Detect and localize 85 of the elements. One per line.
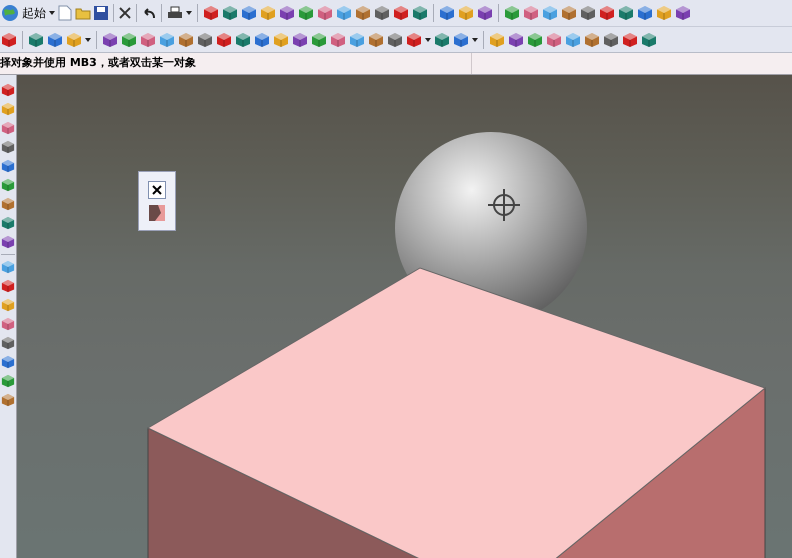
- cube-icon[interactable]: [317, 5, 333, 21]
- cube-icon[interactable]: [477, 5, 493, 21]
- cube-icon[interactable]: [178, 32, 194, 48]
- cube-icon[interactable]: [603, 32, 619, 48]
- status-prompt: 择对象并使用 MB3，或者双击某一对象: [0, 55, 196, 72]
- cube-icon[interactable]: [241, 5, 257, 21]
- caret-icon[interactable]: [425, 38, 431, 42]
- cube-icon[interactable]: [393, 5, 409, 21]
- cube-icon[interactable]: [330, 32, 346, 48]
- cube-icon[interactable]: [1, 140, 15, 154]
- cube-icon[interactable]: [273, 32, 289, 48]
- cube-icon[interactable]: [584, 32, 600, 48]
- start-menu-button[interactable]: 起始: [22, 4, 46, 22]
- cube-icon[interactable]: [406, 32, 422, 48]
- cube-icon[interactable]: [298, 5, 314, 21]
- cube-icon[interactable]: [121, 32, 137, 48]
- close-icon: [152, 185, 162, 195]
- cube-icon[interactable]: [1, 317, 15, 331]
- cube-icon[interactable]: [675, 5, 691, 21]
- cube-icon[interactable]: [508, 32, 524, 48]
- close-button[interactable]: [148, 181, 166, 199]
- cube-icon[interactable]: [254, 32, 270, 48]
- cube-icon[interactable]: [216, 32, 232, 48]
- cube-icon[interactable]: [197, 32, 213, 48]
- cube-icon[interactable]: [523, 5, 539, 21]
- globe-icon[interactable]: [1, 4, 19, 22]
- cube-icon[interactable]: [311, 32, 327, 48]
- cube-icon[interactable]: [159, 32, 175, 48]
- cube-icon[interactable]: [1, 260, 15, 274]
- cube-icon[interactable]: [489, 32, 505, 48]
- cube-icon[interactable]: [1, 32, 17, 48]
- cube-icon[interactable]: [102, 32, 118, 48]
- cube-icon[interactable]: [260, 5, 276, 21]
- undo-icon[interactable]: [142, 7, 156, 19]
- cube-icon[interactable]: [1, 393, 15, 407]
- cube-icon[interactable]: [349, 32, 365, 48]
- cube-icon[interactable]: [599, 5, 615, 21]
- cube-icon[interactable]: [47, 32, 63, 48]
- crosshair-icon: [487, 188, 521, 222]
- cube-icon[interactable]: [641, 32, 657, 48]
- shape-icon[interactable]: [149, 205, 165, 221]
- cube-icon[interactable]: [565, 32, 581, 48]
- cube-icon[interactable]: [527, 32, 543, 48]
- cube-icon[interactable]: [453, 32, 469, 48]
- cube-icon[interactable]: [656, 5, 672, 21]
- cube-icon[interactable]: [439, 5, 455, 21]
- caret-icon[interactable]: [49, 11, 55, 15]
- cube-icon[interactable]: [561, 5, 577, 21]
- cube-icon[interactable]: [622, 32, 638, 48]
- cube-icon[interactable]: [1, 216, 15, 230]
- cube-icon[interactable]: [434, 32, 450, 48]
- cube-icon[interactable]: [1, 159, 15, 173]
- caret-icon[interactable]: [472, 38, 478, 42]
- cube-icon[interactable]: [222, 5, 238, 21]
- caret-icon[interactable]: [186, 11, 192, 15]
- cube-icon[interactable]: [28, 32, 44, 48]
- cube-icon[interactable]: [1, 279, 15, 293]
- cube-icon[interactable]: [1, 235, 15, 249]
- cube-icon[interactable]: [140, 32, 156, 48]
- cube-icon[interactable]: [1, 197, 15, 211]
- cube-icon[interactable]: [458, 5, 474, 21]
- cube-icon[interactable]: [292, 32, 308, 48]
- caret-icon[interactable]: [85, 38, 91, 42]
- cube-icon[interactable]: [580, 5, 596, 21]
- cube-icon[interactable]: [355, 5, 371, 21]
- cube-icon[interactable]: [1, 374, 15, 388]
- cube-icon[interactable]: [1, 121, 15, 135]
- cube-icon[interactable]: [504, 5, 520, 21]
- cube-icon[interactable]: [368, 32, 384, 48]
- cube-icon[interactable]: [1, 178, 15, 192]
- cube-icon[interactable]: [542, 5, 558, 21]
- cube-icon[interactable]: [374, 5, 390, 21]
- cube-icon[interactable]: [279, 5, 295, 21]
- cube-icon[interactable]: [203, 5, 219, 21]
- printer-icon[interactable]: [167, 6, 183, 20]
- cube-icon[interactable]: [1, 336, 15, 350]
- cube-icon[interactable]: [1, 355, 15, 369]
- cube-icon[interactable]: [637, 5, 653, 21]
- cube-icon[interactable]: [387, 32, 403, 48]
- cube-icon[interactable]: [546, 32, 562, 48]
- cube-icon[interactable]: [235, 32, 251, 48]
- cube-icon[interactable]: [1, 83, 15, 97]
- cube-icon[interactable]: [412, 5, 428, 21]
- cube-icon[interactable]: [618, 5, 634, 21]
- cube-icon[interactable]: [336, 5, 352, 21]
